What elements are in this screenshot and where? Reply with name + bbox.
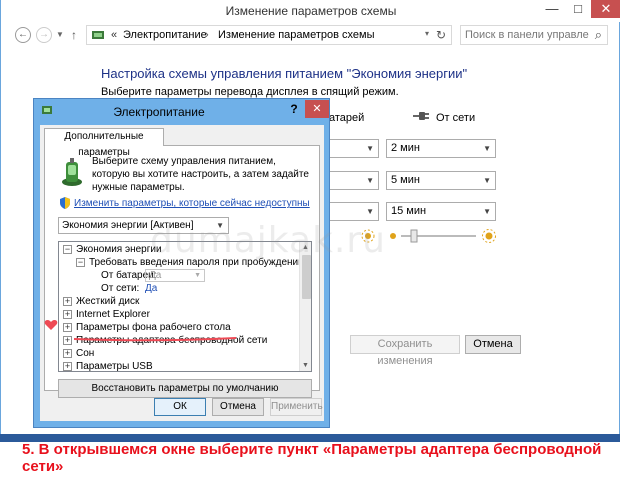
page-subtext: Выберите параметры перевода дисплея в сп… — [101, 86, 399, 98]
control-panel-icon — [92, 31, 104, 39]
shield-icon — [60, 197, 70, 209]
search-input[interactable] — [465, 28, 589, 42]
minimize-button[interactable]: — — [539, 0, 565, 18]
display-off-battery-select[interactable]: ▼ — [329, 171, 379, 190]
refresh-icon[interactable]: ↻ — [436, 28, 446, 42]
help-button[interactable]: ? — [284, 100, 304, 118]
address-bar: ← → ▼ ↑ « Электропитание › Изменение пар… — [1, 24, 620, 48]
cancel-button[interactable]: Отмена — [465, 335, 521, 354]
close-button[interactable]: ✕ — [591, 0, 620, 18]
watermark: dumajkak.ru — [150, 220, 386, 261]
tab-advanced-settings[interactable]: Дополнительные параметры — [44, 128, 164, 158]
breadcrumb-power-options[interactable]: Электропитание — [123, 29, 207, 41]
apply-button[interactable]: Применить — [270, 398, 323, 416]
scroll-down-icon[interactable]: ▼ — [302, 362, 309, 369]
page-heading: Настройка схемы управления питанием "Эко… — [101, 66, 468, 81]
expand-icon[interactable]: + — [63, 336, 72, 345]
tree-scrollbar[interactable]: ▲ ▼ — [299, 242, 311, 371]
window-title: Изменение параметров схемы — [225, 4, 397, 18]
tree-item-on-battery[interactable]: От батареи: Да ▼ — [59, 269, 299, 282]
scrollbar-thumb[interactable] — [302, 255, 311, 299]
power-options-dialog: Электропитание ? ✕ Дополнительные параме… — [33, 98, 330, 428]
tree-item-on-ac[interactable]: От сети: Да — [59, 282, 299, 295]
up-button[interactable]: ↑ — [71, 28, 77, 42]
forward-button[interactable]: → — [36, 27, 52, 43]
column-header-battery: атарей — [329, 112, 365, 124]
breadcrumb-edit-plan[interactable]: Изменение параметров схемы — [218, 29, 374, 41]
dialog-close-button[interactable]: ✕ — [305, 100, 329, 118]
change-unavailable-settings-link[interactable]: Изменить параметры, которые сейчас недос… — [74, 198, 310, 209]
expand-icon[interactable]: + — [63, 310, 72, 319]
sleep-battery-select[interactable]: ▼ — [329, 202, 379, 221]
highlight-underline — [73, 337, 237, 342]
column-header-ac: От сети — [436, 112, 476, 124]
breadcrumb-overflow[interactable]: « — [111, 29, 117, 41]
slider-thumb — [410, 229, 418, 243]
on-ac-value[interactable]: Да — [145, 282, 157, 295]
sun-bright-icon — [482, 229, 496, 243]
dim-battery-select[interactable]: ▼ — [329, 139, 379, 158]
restore-defaults-button[interactable]: Восстановить параметры по умолчанию — [58, 379, 312, 398]
chevron-down-icon[interactable]: ▾ — [425, 29, 429, 38]
expand-icon[interactable]: + — [63, 323, 72, 332]
search-box[interactable]: ⌕ — [460, 25, 608, 45]
dialog-cancel-button[interactable]: Отмена — [212, 398, 264, 416]
dialog-body: Дополнительные параметры Выберите схему … — [40, 125, 324, 421]
collapse-icon[interactable]: − — [76, 258, 85, 267]
tab-panel: Выберите схему управления питанием, кото… — [44, 145, 320, 398]
on-battery-value-select[interactable]: Да ▼ — [145, 269, 205, 282]
back-button[interactable]: ← — [15, 27, 31, 43]
display-off-ac-select[interactable]: 5 мин ▼ — [386, 171, 496, 190]
expand-icon[interactable]: + — [63, 349, 72, 358]
dialog-title: Электропитание — [113, 105, 205, 119]
collapse-icon[interactable]: − — [63, 245, 72, 254]
maximize-button[interactable]: □ — [565, 0, 591, 18]
recent-pages-dropdown[interactable]: ▼ — [56, 30, 64, 39]
search-icon[interactable]: ⌕ — [595, 27, 602, 43]
instruction-caption: 5. В открывшемся окне выберите пункт «Па… — [22, 441, 602, 475]
save-changes-button[interactable]: Сохранить изменения — [350, 335, 460, 367]
ok-button[interactable]: ОК — [154, 398, 206, 416]
heart-marker-icon — [44, 320, 58, 330]
power-plug-icon — [413, 112, 429, 120]
window-titlebar: Изменение параметров схемы — □ ✕ — [1, 0, 620, 22]
sleep-ac-select[interactable]: 15 мин ▼ — [386, 202, 496, 221]
dim-ac-select[interactable]: 2 мин ▼ — [386, 139, 496, 158]
expand-icon[interactable]: + — [63, 362, 72, 371]
sun-dim-icon — [390, 233, 396, 239]
breadcrumb-separator-icon: › — [205, 29, 209, 41]
address-box[interactable]: « Электропитание › Изменение параметров … — [86, 25, 452, 45]
expand-icon[interactable]: + — [63, 297, 72, 306]
